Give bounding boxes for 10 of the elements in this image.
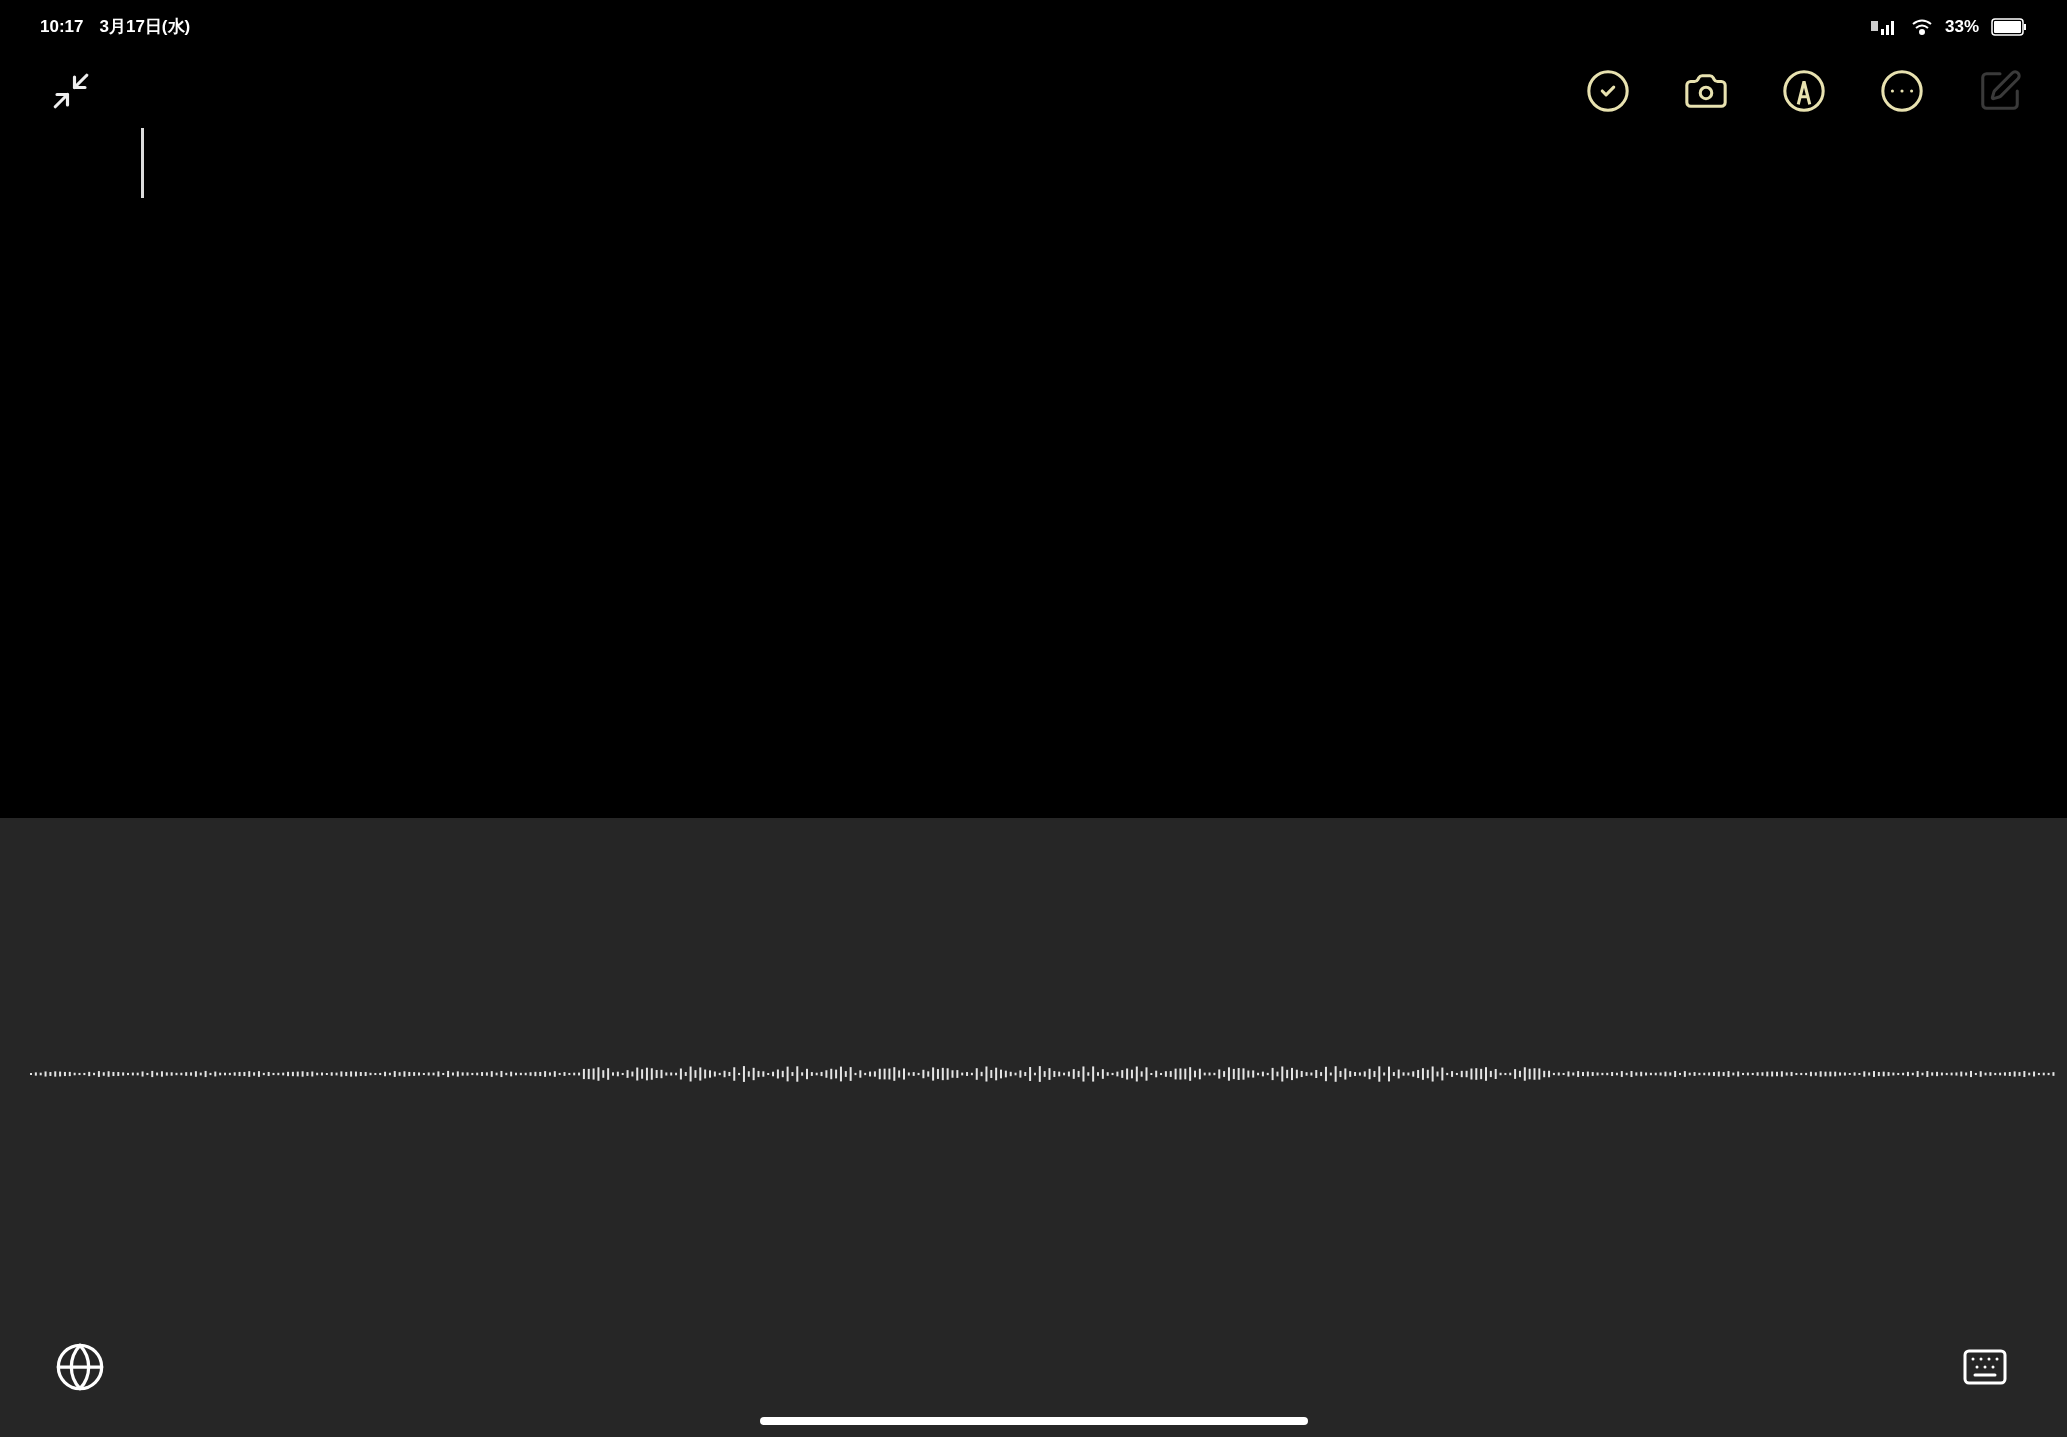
- globe-icon: [54, 1341, 106, 1393]
- status-date: 3月17日(水): [99, 16, 191, 39]
- battery-percent: 33%: [1944, 16, 1979, 39]
- checkmark-circle-icon: [1585, 68, 1631, 114]
- pen-tip-circle-icon: [1781, 68, 1827, 114]
- status-time: 10:17: [40, 16, 84, 39]
- battery-icon: [1991, 18, 2027, 36]
- wifi-icon: [1910, 19, 1933, 35]
- text-cursor: [141, 128, 144, 198]
- more-icon: [1879, 68, 1925, 114]
